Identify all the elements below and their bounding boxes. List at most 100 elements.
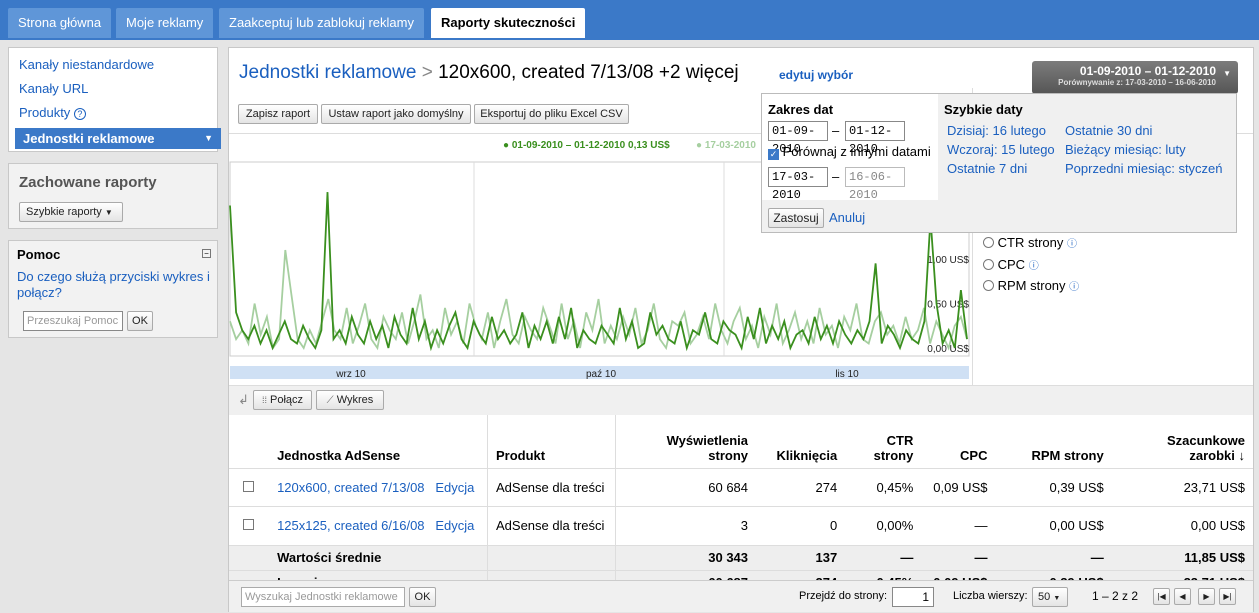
- quick-date-today[interactable]: Dzisiaj: 16 lutego: [947, 123, 1046, 138]
- start-date-input[interactable]: 01-09-2010: [768, 121, 828, 156]
- breadcrumb-separator: >: [421, 62, 433, 83]
- help-link[interactable]: Do czego służą przyciski wykres i połącz…: [17, 269, 212, 301]
- chevron-down-icon: ▼: [204, 133, 213, 143]
- row-checkbox[interactable]: [243, 480, 254, 492]
- col-ctr[interactable]: CTR strony: [845, 415, 922, 469]
- chart-icon: ⟋: [326, 395, 334, 406]
- tab-home[interactable]: Strona główna: [8, 8, 112, 38]
- col-ad-unit[interactable]: Jednostka AdSense: [269, 415, 488, 469]
- last-page-icon[interactable]: ▶|: [1219, 588, 1236, 605]
- save-report-button[interactable]: Zapisz raport: [238, 104, 318, 124]
- chart-button[interactable]: ⟋ Wykres: [316, 390, 384, 410]
- views-cell: 60 684: [615, 468, 757, 507]
- table-search-ok-button[interactable]: OK: [409, 587, 436, 607]
- tab-my-ads[interactable]: Moje reklamy: [116, 8, 214, 38]
- compare-end-input[interactable]: 16-06-2010: [845, 167, 905, 202]
- breadcrumb-ad-units[interactable]: Jednostki reklamowe: [239, 62, 416, 83]
- help-panel: Pomoc − Do czego służą przyciski wykres …: [8, 240, 218, 338]
- edit-selection-link[interactable]: edytuj wybór: [779, 68, 853, 82]
- date-range-label: 01-09-2010 – 01-12-2010: [1079, 64, 1216, 78]
- product-cell: AdSense dla treści: [486, 506, 616, 546]
- quick-date-last-7[interactable]: Ostatnie 7 dni: [947, 161, 1027, 176]
- table-row: 120x600, created 7/13/08 Edycja AdSense …: [229, 468, 1253, 507]
- report-table: Jednostka AdSense Produkt Wyświetlenia s…: [229, 415, 1253, 595]
- next-page-icon[interactable]: ▶: [1198, 588, 1215, 605]
- merge-label: Połącz: [270, 394, 304, 406]
- radio-icon[interactable]: [983, 259, 994, 270]
- compare-label: Porównaj z innymi datami: [782, 144, 931, 159]
- export-csv-button[interactable]: Eksportuj do pliku Excel CSV: [474, 104, 629, 124]
- col-product[interactable]: Produkt: [486, 415, 616, 469]
- sidebar-item-products[interactable]: Produkty ?: [19, 105, 86, 120]
- cpc-cell: —: [921, 545, 996, 571]
- quick-date-last-month[interactable]: Poprzedni miesiąc: styczeń: [1065, 161, 1223, 176]
- compare-checkbox-row[interactable]: ✓ Porównaj z innymi datami: [768, 144, 931, 160]
- tab-allow-block-ads[interactable]: Zaakceptuj lub zablokuj reklamy: [219, 8, 424, 38]
- rpm-cell: 0,39 US$: [995, 468, 1112, 507]
- cancel-link[interactable]: Anuluj: [829, 210, 865, 225]
- help-icon[interactable]: ⓘ: [1069, 282, 1079, 293]
- dash: –: [832, 169, 840, 184]
- row-checkbox[interactable]: [243, 519, 254, 530]
- chevron-down-icon: ▼: [1053, 595, 1061, 602]
- sidebar-nav: Kanały niestandardowe Kanały URL Produkt…: [8, 47, 221, 152]
- edit-link[interactable]: Edycja: [435, 480, 474, 495]
- col-cpc[interactable]: CPC: [921, 415, 996, 469]
- first-page-icon[interactable]: |◀: [1153, 588, 1170, 605]
- set-default-report-button[interactable]: Ustaw raport jako domyślny: [321, 104, 471, 124]
- metric-cpc[interactable]: CPC ⓘ: [983, 257, 1039, 272]
- collapse-icon[interactable]: −: [202, 249, 211, 258]
- radio-icon[interactable]: [983, 237, 994, 248]
- ad-unit-link[interactable]: 125x125, created 6/16/08: [277, 518, 424, 533]
- sidebar-item-ad-units[interactable]: Jednostki reklamowe ▼: [15, 128, 221, 149]
- help-icon[interactable]: ⓘ: [1029, 261, 1039, 272]
- sidebar-item-label: Jednostki reklamowe: [23, 131, 155, 146]
- help-icon[interactable]: ⓘ: [1067, 239, 1077, 250]
- sidebar-item-custom-channels[interactable]: Kanały niestandardowe: [19, 57, 154, 72]
- metric-rpm[interactable]: RPM strony ⓘ: [983, 278, 1079, 293]
- table-row: 125x125, created 6/16/08 Edycja AdSense …: [229, 506, 1253, 546]
- col-earnings[interactable]: Szacunkowe zarobki ↓: [1111, 415, 1253, 469]
- quick-reports-dropdown[interactable]: Szybkie raporty ▼: [19, 202, 123, 222]
- quick-date-this-month[interactable]: Bieżący miesiąc: luty: [1065, 142, 1186, 157]
- checkbox-checked-icon[interactable]: ✓: [768, 149, 779, 160]
- table-search-input[interactable]: Wyszukaj Jednostki reklamowe: [241, 587, 405, 607]
- goto-page-input[interactable]: 1: [892, 587, 934, 607]
- table-header-row: Jednostka AdSense Produkt Wyświetlenia s…: [229, 415, 1253, 469]
- end-date-input[interactable]: 01-12-2010: [845, 121, 905, 156]
- quick-date-last-30[interactable]: Ostatnie 30 dni: [1065, 123, 1152, 138]
- saved-reports-panel: Zachowane raporty Szybkie raporty ▼: [8, 163, 218, 229]
- row-checkbox-cell: [229, 506, 270, 546]
- page-title: Jednostki reklamowe > 120x600, created 7…: [239, 62, 739, 84]
- help-title: Pomoc: [17, 247, 61, 262]
- ad-unit-cell: 125x125, created 6/16/08 Edycja: [269, 506, 488, 546]
- legend-primary: ● 01-09-2010 – 01-12-2010 0,13 US$: [503, 140, 670, 151]
- average-row: Wartości średnie 30 343 137 — — — 11,85 …: [229, 545, 1253, 571]
- ctr-cell: 0,00%: [845, 506, 922, 546]
- col-rpm[interactable]: RPM strony: [995, 415, 1112, 469]
- chevron-down-icon: ▼: [104, 208, 113, 217]
- help-search-input[interactable]: Przeszukaj Pomoc: [23, 311, 123, 331]
- merge-button[interactable]: ⁞⁞ Połącz: [253, 390, 312, 410]
- date-picker-popup: Zakres dat 01-09-2010 – 01-12-2010 ✓ Por…: [761, 93, 1237, 233]
- views-cell: 3: [615, 506, 757, 546]
- header-checkbox: [229, 415, 270, 469]
- clicks-cell: 274: [756, 468, 846, 507]
- metric-ctr[interactable]: CTR strony ⓘ: [983, 235, 1077, 250]
- apply-button[interactable]: Zastosuj: [768, 208, 824, 228]
- sidebar-item-url-channels[interactable]: Kanały URL: [19, 81, 88, 96]
- col-page-views[interactable]: Wyświetlenia strony: [615, 415, 757, 469]
- tab-performance-reports[interactable]: Raporty skuteczności: [431, 8, 586, 38]
- action-bar: ↲ ⁞⁞ Połącz ⟋ Wykres: [229, 385, 1253, 415]
- radio-icon[interactable]: [983, 280, 994, 291]
- prev-page-icon[interactable]: ◀: [1174, 588, 1191, 605]
- col-clicks[interactable]: Kliknięcia: [756, 415, 846, 469]
- help-ok-button[interactable]: OK: [127, 311, 153, 331]
- quick-date-yesterday[interactable]: Wczoraj: 15 lutego: [947, 142, 1055, 157]
- ad-unit-link[interactable]: 120x600, created 7/13/08: [277, 480, 424, 495]
- help-icon[interactable]: ?: [73, 108, 86, 120]
- rows-per-page-select[interactable]: 50 ▼: [1032, 587, 1068, 607]
- edit-link[interactable]: Edycja: [435, 518, 474, 533]
- selected-units: 120x600, created 7/13/08 +2 więcej: [438, 62, 739, 83]
- compare-start-input[interactable]: 17-03-2010: [768, 167, 828, 202]
